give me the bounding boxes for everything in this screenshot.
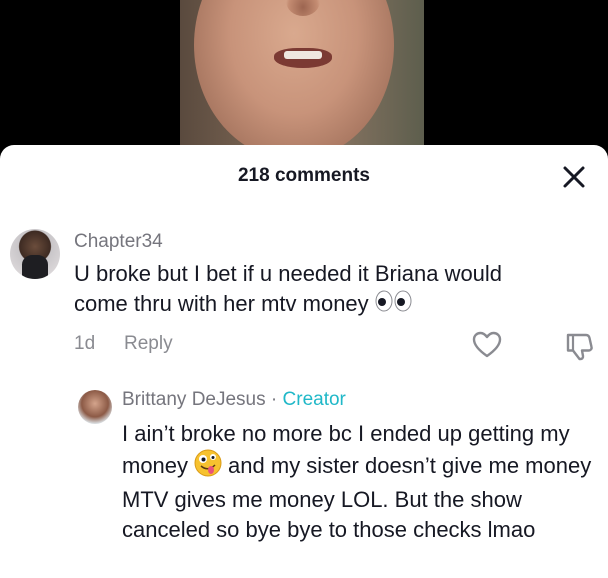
reply-button[interactable]: Reply <box>124 333 173 355</box>
comment-username[interactable]: Chapter34 <box>74 231 163 253</box>
close-button[interactable] <box>556 159 592 195</box>
avatar[interactable] <box>10 229 60 279</box>
video-player[interactable] <box>0 0 608 160</box>
like-button[interactable] <box>472 331 502 364</box>
close-icon <box>563 166 585 188</box>
reply-username-line: Brittany DeJesus · Creator <box>122 389 346 411</box>
comment-text-body: U broke but I bet if u needed it Briana … <box>74 261 503 316</box>
reply-username[interactable]: Brittany DeJesus <box>122 389 266 410</box>
comment-count-title: 218 comments <box>237 165 370 186</box>
eyes-emoji-icon <box>375 290 413 320</box>
reply-text-part2: and my sister doesn’t give me money MTV … <box>122 452 592 542</box>
creator-avatar[interactable] <box>78 390 112 424</box>
heart-icon <box>472 331 502 358</box>
comments-sheet: 218 comments Chapter34 U broke but I bet… <box>0 145 608 578</box>
thumbs-down-icon <box>566 333 593 361</box>
video-frame <box>180 0 424 160</box>
comment-text: U broke but I bet if u needed it Briana … <box>74 259 544 320</box>
zany-face-emoji-icon <box>194 449 222 485</box>
creator-badge: Creator <box>282 389 346 410</box>
reply-text: I ain’t broke no more bc I ended up gett… <box>122 419 602 545</box>
comment-age: 1d <box>74 333 96 354</box>
video-face-image <box>194 0 394 160</box>
dislike-button[interactable] <box>564 331 594 366</box>
separator-dot: · <box>270 389 278 410</box>
